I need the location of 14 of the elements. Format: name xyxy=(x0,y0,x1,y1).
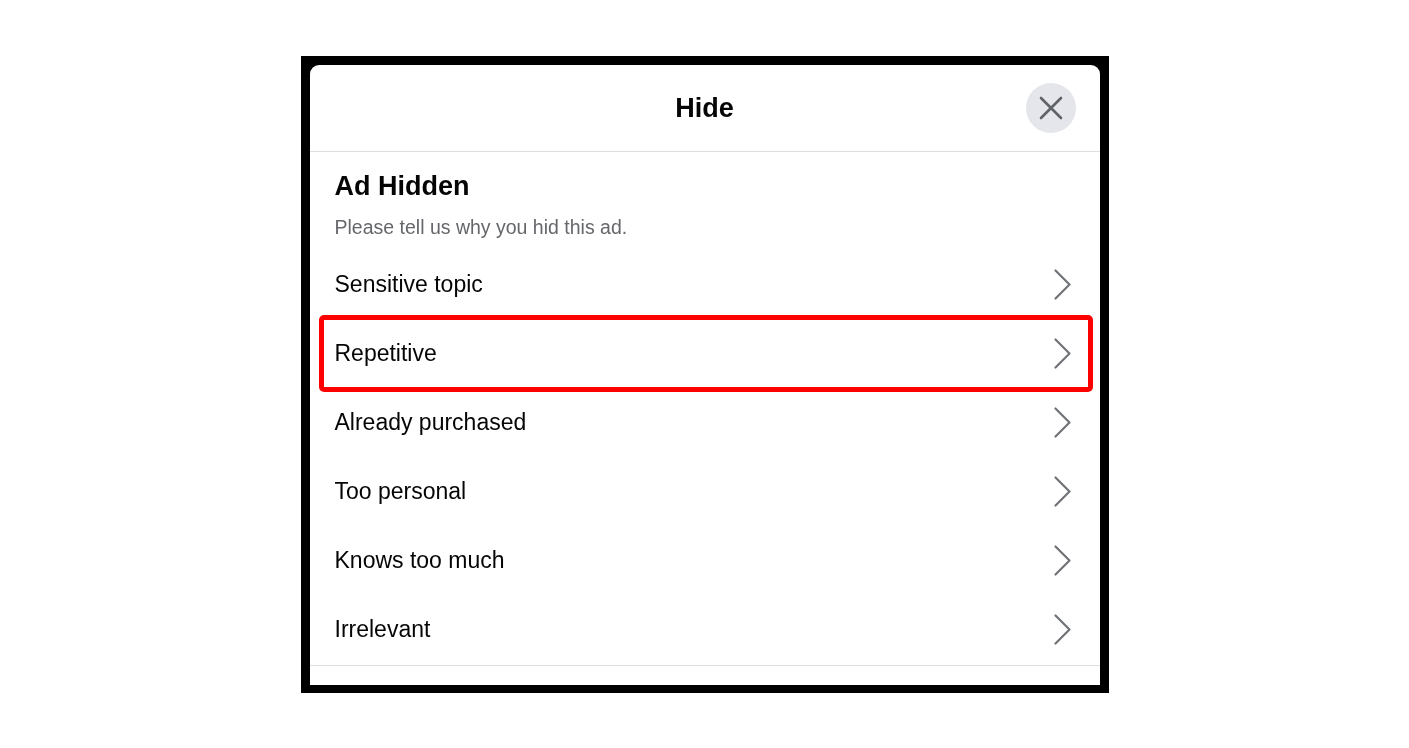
chevron-right-icon xyxy=(1053,268,1071,300)
reason-item[interactable]: Too personal xyxy=(323,456,1088,526)
reason-item[interactable]: Repetitive xyxy=(318,314,1093,392)
chevron-right-icon xyxy=(1053,544,1071,576)
dialog-title: Hide xyxy=(675,91,734,124)
section-subtitle: Please tell us why you hid this ad. xyxy=(334,214,628,239)
reason-item[interactable]: Knows too much xyxy=(323,525,1088,595)
close-icon xyxy=(1038,95,1063,120)
chevron-right-icon xyxy=(1053,337,1071,369)
chevron-right-icon xyxy=(1053,475,1071,507)
reason-item[interactable]: Irrelevant xyxy=(323,594,1088,664)
section-heading: Ad Hidden xyxy=(334,169,470,202)
chevron-right-icon xyxy=(1053,406,1071,438)
chevron-right-icon xyxy=(1053,613,1071,645)
